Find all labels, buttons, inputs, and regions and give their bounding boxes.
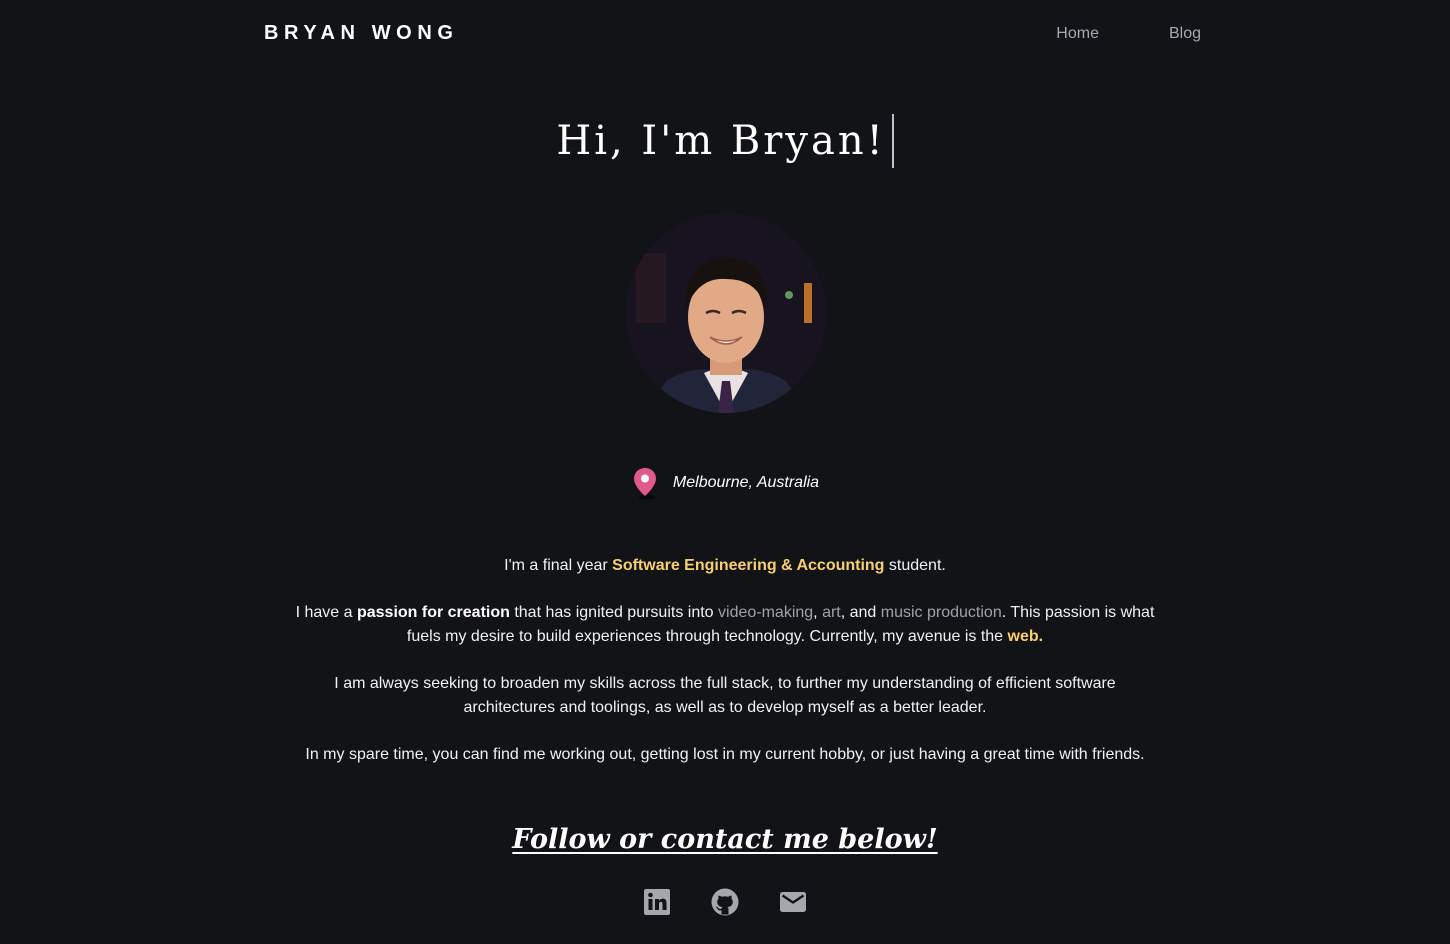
hero-title: Hi, I'm Bryan! [556, 114, 894, 168]
nav-blog[interactable]: Blog [1169, 25, 1201, 43]
page: BRYAN WONG Home Blog Hi, I'm Bryan! Melb… [0, 0, 1450, 944]
music-production-link[interactable]: music production [881, 604, 1002, 621]
location-text: Melbourne, Australia [672, 474, 820, 491]
location: Melbourne, Australia [0, 466, 1450, 500]
email-link[interactable] [778, 887, 808, 917]
bio-paragraph-1: I'm a final year Software Engineering & … [295, 554, 1155, 578]
bio-text: that has ignited pursuits into [509, 604, 719, 621]
top-nav: Home Blog [1056, 25, 1201, 43]
bio-text: , and [840, 604, 881, 621]
avatar-photo [626, 213, 826, 413]
location-pin-icon [633, 468, 656, 500]
site-brand[interactable]: BRYAN WONG [264, 22, 459, 45]
passion-highlight: passion for creation [356, 604, 510, 621]
bio: I'm a final year Software Engineering & … [295, 554, 1155, 790]
hero: Hi, I'm Bryan! [0, 114, 1450, 168]
art-link[interactable]: art [822, 604, 841, 621]
bio-paragraph-2: I have a passion for creation that has i… [295, 601, 1155, 649]
bio-paragraph-4: In my spare time, you can find me workin… [305, 746, 1145, 763]
web-highlight: web. [1007, 628, 1044, 645]
github-icon [711, 888, 739, 916]
degree-highlight: Software Engineering & Accounting [612, 557, 885, 574]
bio-text: , [813, 604, 823, 621]
bio-text: I'm a final year [504, 557, 613, 574]
social-links [0, 887, 1450, 917]
bio-paragraph-3: I am always seeking to broaden my skills… [334, 675, 1116, 716]
linkedin-link[interactable] [642, 887, 672, 917]
linkedin-icon [644, 889, 670, 915]
follow-title: Follow or contact me below! [512, 824, 938, 855]
avatar [626, 213, 826, 413]
nav-home[interactable]: Home [1056, 25, 1099, 43]
github-link[interactable] [710, 887, 740, 917]
bio-text: I have a [295, 604, 357, 621]
video-making-link[interactable]: video-making [718, 604, 813, 621]
email-icon [780, 892, 806, 912]
follow-section: Follow or contact me below! [0, 824, 1450, 855]
bio-text: student. [884, 557, 946, 574]
